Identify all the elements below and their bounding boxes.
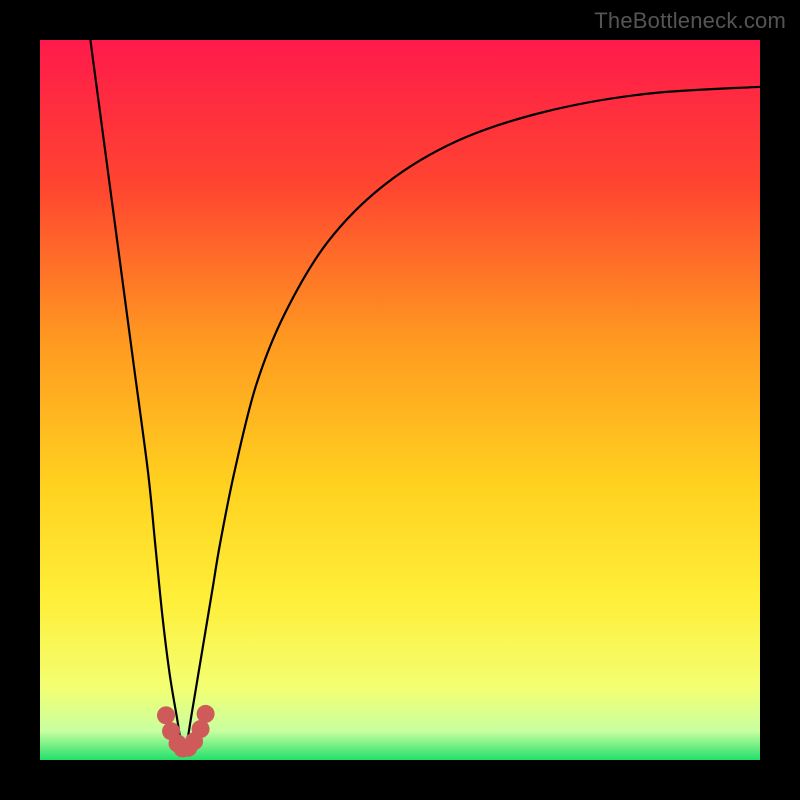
gradient-background [40,40,760,760]
plot-area [40,40,760,760]
valley-marker [157,706,175,724]
watermark-text: TheBottleneck.com [594,8,786,34]
valley-marker [197,705,215,723]
chart-frame: TheBottleneck.com [0,0,800,800]
bottleneck-chart [40,40,760,760]
